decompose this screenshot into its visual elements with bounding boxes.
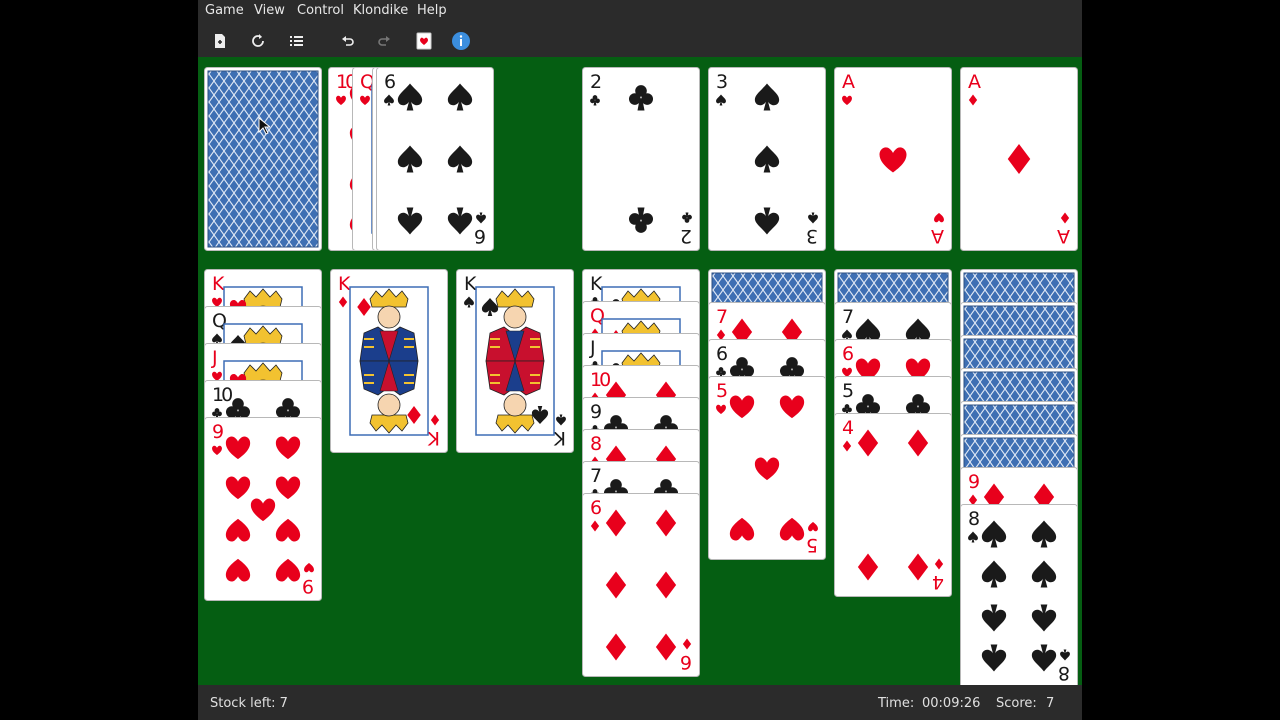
menu-control[interactable]: Control [297,3,344,18]
tableau-card[interactable]: 88 [960,504,1078,685]
tableau-card[interactable]: 55 [708,376,826,560]
waste-card[interactable]: 66 [376,67,494,251]
toolbar [198,24,1082,57]
card-rank: 3 [716,71,728,93]
menu-bar: Game View Control Klondike Help [198,0,1082,24]
foundation-card[interactable]: AA [834,67,952,251]
card-rank: 8 [968,508,980,530]
card-rank: K [590,273,603,295]
card-rank: 7 [842,306,854,328]
svg-text:8: 8 [1058,662,1070,684]
card-rank: 8 [590,433,602,455]
card-rank: 10 [590,369,610,391]
time-label: Time: [878,696,915,711]
svg-text:K: K [427,427,440,449]
redo-icon[interactable] [374,31,394,51]
svg-text:5: 5 [806,534,818,556]
card-rank: 7 [716,306,728,328]
svg-text:9: 9 [302,575,314,597]
svg-text:A: A [1057,225,1070,247]
menu-help[interactable]: Help [417,3,447,18]
card-rank: 6 [384,71,396,93]
svg-text:2: 2 [680,225,692,247]
mouse-cursor-icon [258,116,272,135]
new-game-icon[interactable] [210,31,230,51]
svg-text:4: 4 [932,571,944,593]
card-rank: K [212,273,225,295]
tableau-card[interactable]: KK [456,269,574,453]
card-rank: 6 [716,343,728,365]
game-table: 1010QQQQ662233AAAAKKQQJJ101099KKKKKKQQJJ… [198,57,1082,685]
tableau-card[interactable]: 66 [582,493,700,677]
foundation-card[interactable]: 33 [708,67,826,251]
svg-text:3: 3 [806,225,818,247]
status-bar: Stock left: 7 Time: 00:09:26 Score: 7 [198,685,1082,720]
menu-game[interactable]: Game [205,3,244,18]
foundation-card[interactable]: AA [960,67,1078,251]
menu-klondike[interactable]: Klondike [353,3,408,18]
card-rank: 6 [590,497,602,519]
tableau-card[interactable]: 44 [834,413,952,597]
card-rank: 9 [590,401,602,423]
menu-view[interactable]: View [254,3,285,18]
stock-left-label: Stock left: 7 [210,696,288,711]
card-rank: 10 [212,384,232,406]
score-label: Score: [996,696,1037,711]
card-rank: 5 [842,380,854,402]
hint-icon[interactable] [414,31,434,51]
stock-card-back[interactable] [204,67,322,251]
card-rank: 6 [842,343,854,365]
svg-text:A: A [931,225,944,247]
svg-text:K: K [553,427,566,449]
solitaire-window: Game View Control Klondike Help 10 Q 6 6… [198,0,1082,720]
tableau-card[interactable]: 99 [204,417,322,601]
card-rank: 7 [590,465,602,487]
list-icon[interactable] [286,31,306,51]
card-rank: J [211,347,218,369]
undo-icon[interactable] [338,31,358,51]
card-rank: K [464,273,477,295]
foundation-card[interactable]: 22 [582,67,700,251]
score-value: 7 [1046,696,1055,711]
card-rank: 2 [590,71,602,93]
card-rank: J [589,337,596,359]
time-value: 00:09:26 [922,696,981,711]
card-rank: 9 [212,421,224,443]
card-rank: A [842,71,855,93]
info-icon[interactable] [451,31,471,51]
card-rank: 9 [968,471,980,493]
tableau-card[interactable]: KK [330,269,448,453]
card-rank: 5 [716,380,728,402]
card-rank: A [968,71,981,93]
restart-icon[interactable] [248,31,268,51]
svg-text:6: 6 [680,651,692,673]
svg-text:6: 6 [474,225,486,247]
card-rank: 4 [842,417,854,439]
card-rank: K [338,273,351,295]
